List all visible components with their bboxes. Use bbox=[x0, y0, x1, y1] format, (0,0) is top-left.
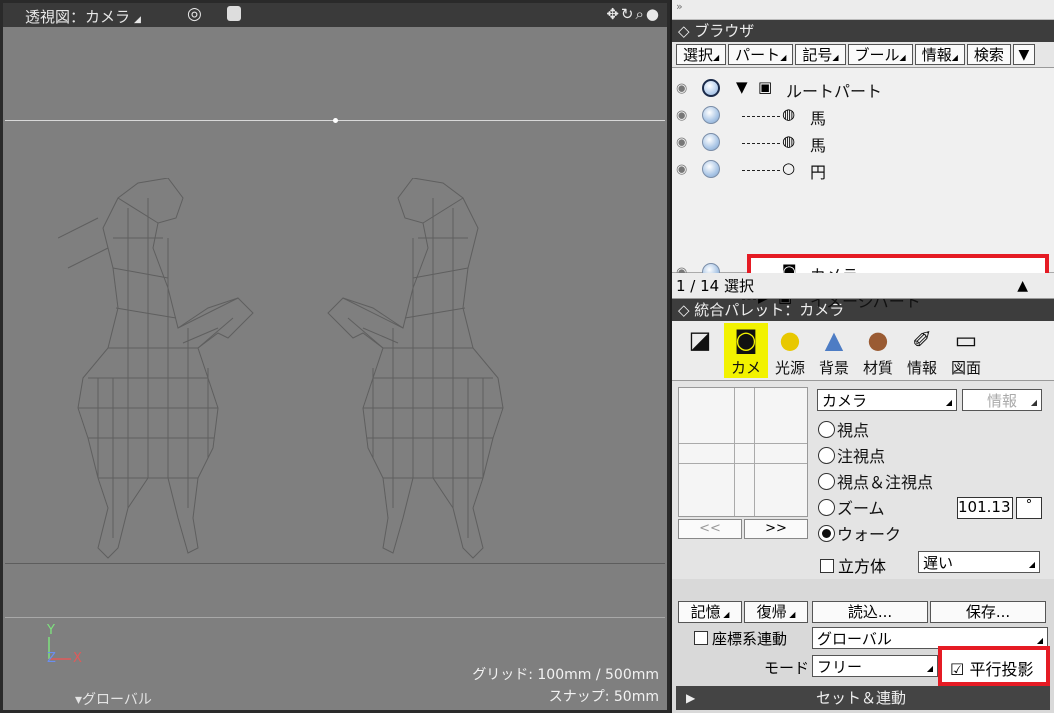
radio-viewpoint-target[interactable]: 視点＆注視点 bbox=[818, 469, 933, 493]
camera-icon: ◙ bbox=[734, 326, 758, 354]
palette-tabs: ◪ ◙カメラ ●光源 ▲背景 ●材質 ✐情報 ▭図面 bbox=[672, 321, 1054, 398]
load-button[interactable]: 読込... bbox=[812, 601, 928, 623]
tab-material[interactable]: ● 材質 bbox=[856, 323, 900, 378]
radio-viewpoint[interactable]: 視点 bbox=[818, 417, 869, 441]
memory-button[interactable]: 記憶 ◢ bbox=[678, 601, 742, 623]
material-icon: ● bbox=[867, 326, 889, 354]
visibility-ball-icon[interactable] bbox=[702, 133, 720, 151]
tab-info[interactable]: 情報◢ bbox=[914, 44, 965, 65]
mode-label: モード bbox=[764, 659, 810, 677]
viewport[interactable]: 透視図：カメラ◢ ◎ ✥↻⌕● Y Z X グリッド: 100mm / 500 bbox=[0, 0, 670, 713]
visibility-ball-icon[interactable] bbox=[702, 160, 720, 178]
tab-drawing[interactable]: ▭ 図面 bbox=[944, 323, 988, 378]
background-icon: ▲ bbox=[824, 326, 844, 354]
next-button[interactable]: >> bbox=[744, 519, 808, 539]
viewport-header: 透視図：カメラ ◢ ◎ ✥↻⌕● bbox=[3, 3, 667, 27]
mode-select[interactable]: フリー ◢ bbox=[812, 655, 938, 677]
shading-cube-icon[interactable] bbox=[227, 6, 241, 21]
expand-triangle-icon: ▶ bbox=[686, 691, 696, 705]
zoom-icon[interactable]: ⌕ bbox=[636, 5, 646, 23]
camera-select[interactable]: カメラ ◢ bbox=[817, 389, 957, 411]
tree-row-root[interactable]: ◉ ▼ ▣ ルートパート bbox=[672, 76, 1052, 102]
tree-row-circle[interactable]: ◉ ○ 円 bbox=[672, 157, 1052, 183]
eye-icon[interactable]: ◉ bbox=[676, 162, 687, 177]
speed-select[interactable]: 遅い ◢ bbox=[918, 551, 1040, 573]
tab-select[interactable]: 選択◢ bbox=[676, 44, 727, 65]
snap-info: スナップ: 50mm bbox=[548, 689, 659, 705]
camera-tool-icon[interactable]: ◪ bbox=[676, 323, 724, 378]
prev-button[interactable]: << bbox=[678, 519, 742, 539]
radio-target[interactable]: 注視点 bbox=[818, 443, 885, 467]
tab-part[interactable]: パート◢ bbox=[728, 44, 794, 65]
parallel-projection-checkbox[interactable]: ☑ 平行投影 bbox=[938, 646, 1050, 686]
axis-z-label: Z bbox=[47, 651, 56, 666]
camera-nav-grid[interactable] bbox=[678, 387, 808, 517]
browser-tabs: 選択◢ パート◢ 記号◢ ブール◢ 情報◢ 検索 ▼ bbox=[672, 42, 1054, 68]
folder-icon: ▣ bbox=[758, 78, 773, 96]
tab-boolean[interactable]: ブール◢ bbox=[847, 44, 913, 65]
dropdown-arrow-icon[interactable]: ▼ bbox=[1012, 44, 1035, 65]
circle-icon: ○ bbox=[782, 159, 796, 177]
rotate-icon[interactable]: ↻ bbox=[621, 5, 636, 23]
eye-icon[interactable]: ◉ bbox=[676, 108, 687, 123]
axis-x-label: X bbox=[73, 651, 82, 666]
coord-link-checkbox[interactable]: 座標系連動 bbox=[694, 628, 787, 649]
tab-symbol[interactable]: 記号◢ bbox=[795, 44, 846, 65]
globe-icon: ◍ bbox=[782, 105, 796, 123]
zoom-unit: ° bbox=[1016, 497, 1042, 519]
tab-search[interactable]: 検索 bbox=[966, 44, 1011, 65]
wrench-icon: ✐ bbox=[911, 326, 933, 354]
tab-light[interactable]: ● 光源 bbox=[768, 323, 812, 378]
restore-button[interactable]: 復帰 ◢ bbox=[744, 601, 808, 623]
tab-camera[interactable]: ◙カメラ bbox=[724, 323, 768, 398]
view-mode-dropdown[interactable]: 透視図：カメラ ◢ bbox=[25, 6, 141, 27]
right-panel: » ◇ ブラウザ 選択◢ パート◢ 記号◢ ブール◢ 情報◢ 検索 ▼ ◉ ▼ … bbox=[672, 0, 1054, 713]
selection-status: 1 / 14 選択 ▲ bbox=[672, 273, 1054, 299]
center-point[interactable] bbox=[333, 118, 338, 123]
info-select[interactable]: 情報 ◢ bbox=[962, 389, 1042, 411]
tree-row-horse2[interactable]: ◉ ◍ 馬 bbox=[672, 130, 1052, 156]
eye-icon[interactable]: ◉ bbox=[676, 81, 687, 96]
up-arrow-icon[interactable]: ▲ bbox=[1017, 273, 1028, 299]
axis-y-label: Y bbox=[47, 623, 55, 638]
zoom-input[interactable]: 101.13 bbox=[957, 497, 1013, 519]
bottom-line bbox=[5, 617, 665, 618]
light-icon: ● bbox=[779, 326, 801, 354]
cube-checkbox[interactable]: 立方体 bbox=[820, 553, 886, 577]
globe-icon: ◍ bbox=[782, 132, 796, 150]
radio-zoom[interactable]: ズーム bbox=[818, 495, 885, 519]
horse-wireframe-right[interactable] bbox=[323, 178, 523, 568]
collapse-button[interactable]: » bbox=[672, 0, 1054, 20]
move-icon[interactable]: ✥ bbox=[606, 5, 621, 23]
save-button[interactable]: 保存... bbox=[930, 601, 1046, 623]
view-tools[interactable]: ✥↻⌕● bbox=[606, 5, 661, 23]
tree-row-horse1[interactable]: ◉ ◍ 馬 bbox=[672, 103, 1052, 129]
browser-title: ◇ ブラウザ bbox=[672, 20, 1054, 42]
memory-buttons: 記憶 ◢ 復帰 ◢ 読込... 保存... bbox=[672, 601, 1054, 625]
ruler-icon: ▭ bbox=[954, 326, 978, 354]
target-icon[interactable]: ◎ bbox=[187, 4, 202, 24]
display-icon[interactable]: ● bbox=[646, 5, 661, 23]
visibility-ball-icon[interactable] bbox=[702, 106, 720, 124]
coordinate-system-dropdown[interactable]: ▾グローバル bbox=[75, 689, 152, 709]
set-link-section[interactable]: ▶ セット＆連動 bbox=[676, 686, 1050, 710]
scene-tree: ◉ ▼ ▣ ルートパート ◉ ◍ 馬 ◉ ◍ 馬 ◉ ○ 円 ◙ イメージパート bbox=[672, 68, 1054, 311]
eye-icon[interactable]: ◉ bbox=[676, 135, 687, 150]
camera-settings: << >> カメラ ◢ 情報 ◢ 視点 注視点 視点＆注視点 ズーム 101.13 … bbox=[672, 381, 1054, 579]
check-icon: ☑ bbox=[950, 660, 965, 679]
horse-wireframe-left[interactable] bbox=[58, 178, 258, 568]
radio-walk[interactable]: ウォーク bbox=[818, 521, 901, 545]
visibility-ball-icon[interactable] bbox=[702, 79, 720, 97]
grid-info: グリッド: 100mm / 500mm bbox=[472, 667, 659, 683]
tab-info[interactable]: ✐ 情報 bbox=[900, 323, 944, 378]
expand-triangle-icon[interactable]: ▼ bbox=[736, 78, 748, 96]
tab-background[interactable]: ▲ 背景 bbox=[812, 323, 856, 378]
